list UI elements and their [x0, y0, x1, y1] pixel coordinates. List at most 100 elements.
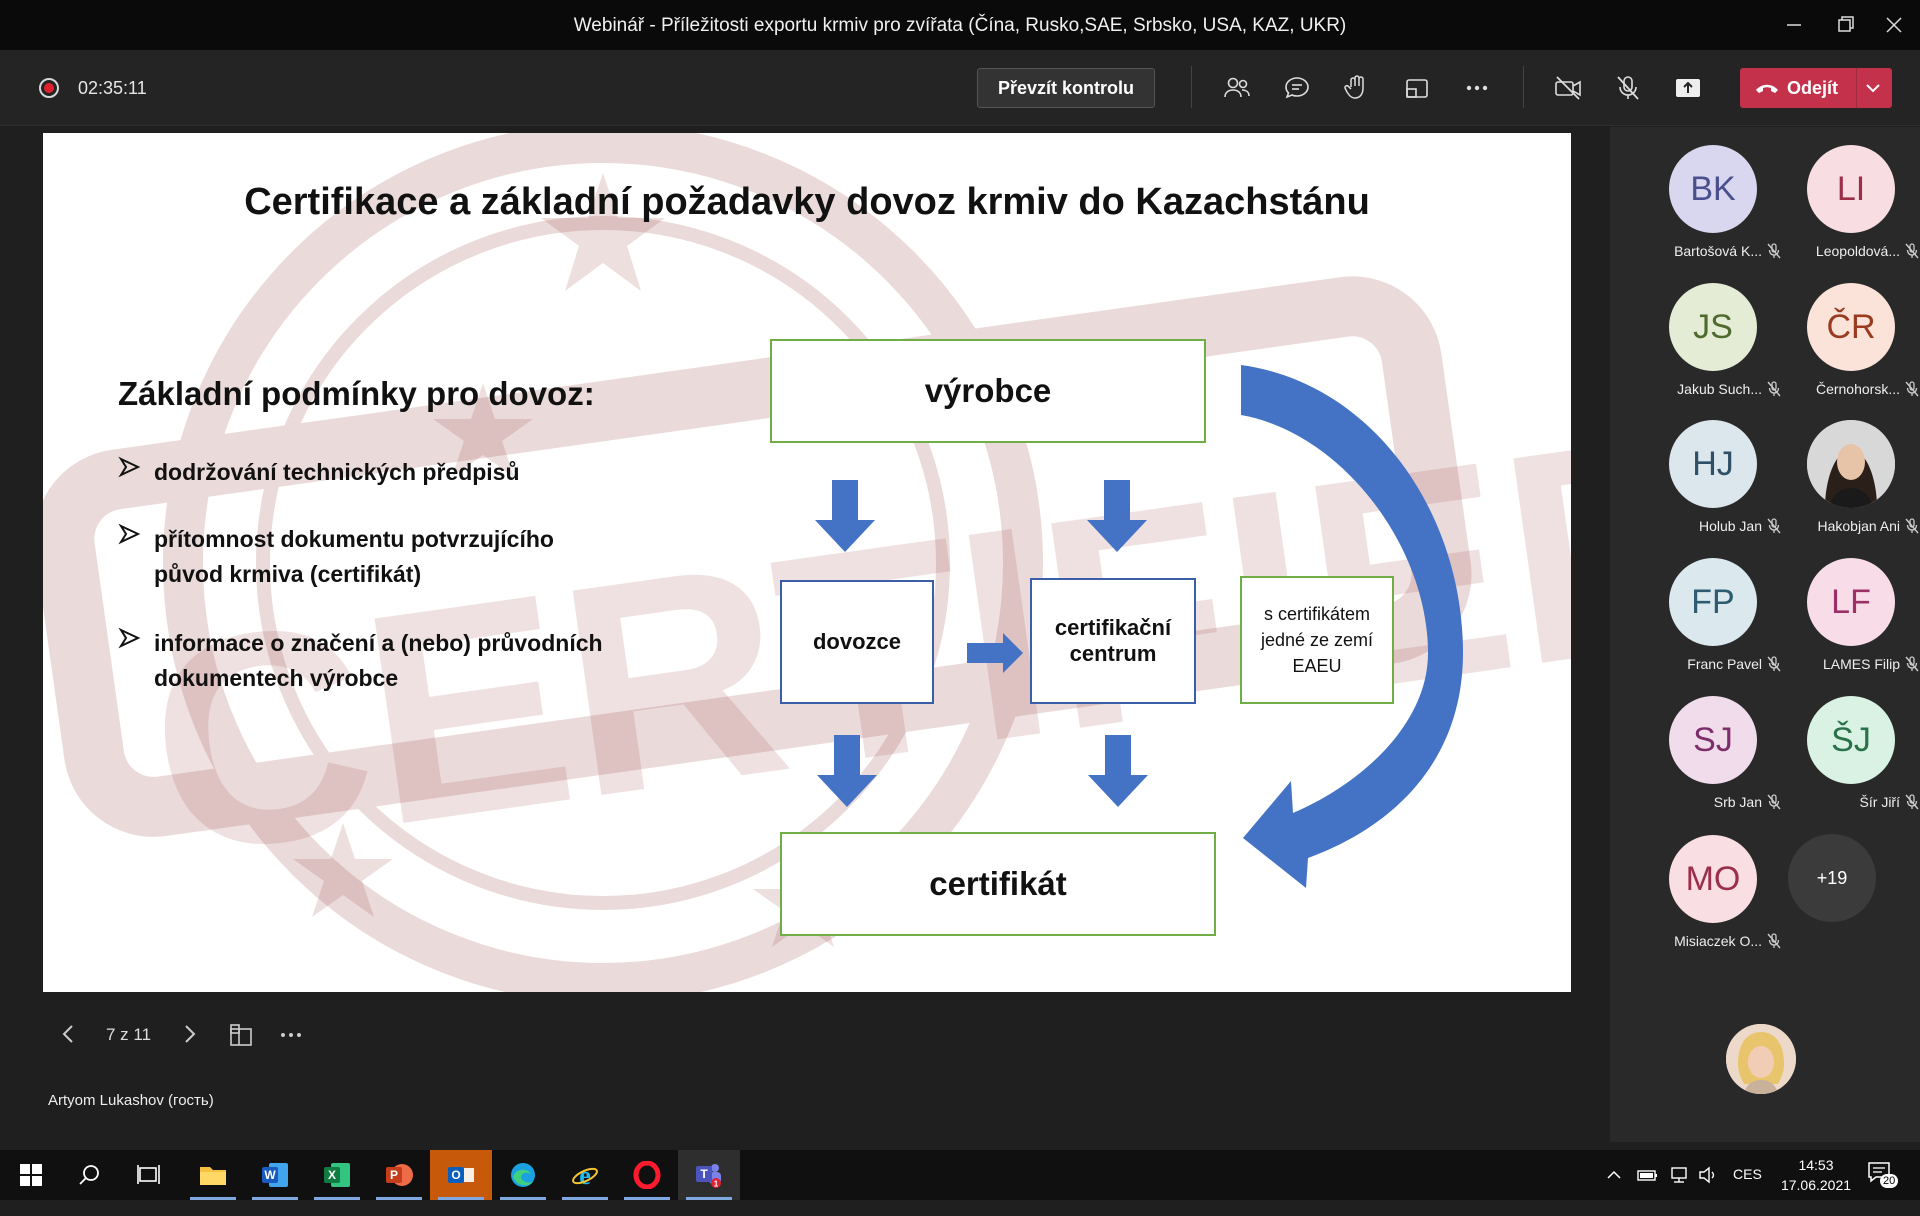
- battery-icon[interactable]: [1637, 1166, 1659, 1184]
- participant-tile[interactable]: ŠJ Šír Jiří: [1774, 696, 1919, 826]
- system-clock[interactable]: 14:53 17.06.2021: [1776, 1155, 1856, 1195]
- page-indicator: 7 z 11: [106, 1025, 152, 1044]
- participant-avatar: LF: [1807, 558, 1895, 646]
- participant-avatar: [1807, 420, 1895, 508]
- hang-up-icon: [1756, 84, 1778, 93]
- camera-off-icon[interactable]: [1553, 73, 1583, 103]
- clock-time: 14:53: [1798, 1157, 1834, 1173]
- minimize-icon[interactable]: [1779, 10, 1809, 40]
- participant-avatar: FP: [1669, 558, 1757, 646]
- more-icon[interactable]: [1462, 73, 1492, 103]
- restore-icon[interactable]: [1831, 10, 1861, 40]
- participant-name: Jakub Such...: [1677, 381, 1762, 397]
- participant-tile[interactable]: BK Bartošová K...: [1636, 145, 1781, 275]
- participant-name: Franc Pavel: [1687, 656, 1762, 672]
- opera-button[interactable]: [616, 1150, 678, 1200]
- share-icon[interactable]: [1673, 73, 1703, 103]
- participant-name: Černohorsk...: [1815, 381, 1900, 397]
- slide-grid-icon[interactable]: [228, 1022, 254, 1048]
- mic-off-icon[interactable]: [1613, 73, 1643, 103]
- participant-name: Misiaczek O...: [1674, 933, 1762, 949]
- raise-hand-icon[interactable]: [1342, 73, 1372, 103]
- participant-tile[interactable]: ČR Černohorsk...: [1774, 283, 1919, 413]
- internet-explorer-button[interactable]: e: [554, 1150, 616, 1200]
- svg-text:1: 1: [714, 1180, 719, 1189]
- participant-tile[interactable]: SJ Srb Jan: [1636, 696, 1781, 826]
- start-button[interactable]: [0, 1150, 62, 1200]
- notification-count: 20: [1880, 1174, 1899, 1188]
- close-icon[interactable]: [1879, 10, 1909, 40]
- participant-avatar: HJ: [1669, 420, 1757, 508]
- chevron-down-icon[interactable]: [1864, 80, 1882, 96]
- people-icon[interactable]: [1222, 73, 1252, 103]
- toolbar-divider: [1523, 66, 1524, 108]
- word-icon: W: [262, 1163, 288, 1187]
- participant-name: Bartošová K...: [1674, 243, 1762, 259]
- participant-name: Leopoldová...: [1815, 243, 1900, 259]
- participant-name: Hakobjan Ani: [1817, 518, 1900, 534]
- participant-avatar: ŠJ: [1807, 696, 1895, 784]
- chevron-up-icon[interactable]: [1606, 1167, 1622, 1183]
- participant-tile[interactable]: LF LAMES Filip: [1774, 558, 1919, 688]
- chat-icon[interactable]: [1282, 73, 1312, 103]
- file-explorer-icon: [200, 1167, 226, 1185]
- powerpoint-button[interactable]: P: [368, 1150, 430, 1200]
- svg-text:X: X: [328, 1168, 336, 1182]
- participant-tile[interactable]: HJ Holub Jan: [1636, 420, 1781, 550]
- presentation-stage: CERTIFIED Certifikace a základní požadav…: [0, 127, 1610, 1142]
- participant-tile[interactable]: MO Misiaczek O...: [1636, 835, 1781, 965]
- chevron-left-icon[interactable]: [58, 1022, 78, 1046]
- leave-label: Odejít: [1787, 78, 1839, 98]
- mic-off-icon: [1766, 932, 1782, 950]
- cert-center-box: certifikační centrum: [1030, 578, 1196, 704]
- excel-icon: X: [324, 1163, 350, 1187]
- self-video-avatar[interactable]: [1726, 1024, 1796, 1094]
- leave-button[interactable]: Odejít: [1740, 68, 1892, 108]
- mic-off-icon: [1904, 380, 1920, 398]
- participant-tile[interactable]: JS Jakub Such...: [1636, 283, 1781, 413]
- network-icon[interactable]: [1668, 1165, 1690, 1185]
- start-icon: [20, 1164, 42, 1186]
- notification-center-button[interactable]: 20: [1866, 1160, 1906, 1192]
- producer-box: výrobce: [770, 339, 1206, 443]
- window-titlebar: Webinář - Příležitosti exportu krmiv pro…: [0, 0, 1920, 50]
- eaeu-note-box: s certifikátem jedné ze zemí EAEU: [1240, 576, 1394, 704]
- participant-avatar: MO: [1669, 835, 1757, 923]
- task-view-button[interactable]: [118, 1150, 180, 1200]
- svg-text:T: T: [700, 1167, 708, 1181]
- self-photo: [1726, 1024, 1796, 1094]
- internet-explorer-icon: e: [572, 1161, 598, 1189]
- word-button[interactable]: W: [244, 1150, 306, 1200]
- svg-text:W: W: [264, 1168, 276, 1182]
- svg-text:O: O: [451, 1168, 460, 1182]
- participant-name: Srb Jan: [1713, 794, 1762, 810]
- mic-off-icon: [1904, 517, 1920, 535]
- edge-icon: [511, 1163, 535, 1187]
- search-button[interactable]: [58, 1150, 120, 1200]
- importer-box: dovozce: [780, 580, 934, 704]
- participant-tile[interactable]: Hakobjan Ani: [1774, 420, 1919, 550]
- excel-button[interactable]: X: [306, 1150, 368, 1200]
- share-tray-icon[interactable]: [1402, 73, 1432, 103]
- opera-icon: [633, 1161, 661, 1189]
- chevron-right-icon[interactable]: [180, 1022, 200, 1046]
- input-language[interactable]: CES: [1733, 1166, 1762, 1216]
- participant-avatar: JS: [1669, 283, 1757, 371]
- svg-text:e: e: [579, 1161, 591, 1189]
- file-explorer-button[interactable]: [182, 1150, 244, 1200]
- windows-taskbar: W X P O e T1 CES 14:53 17.06.2021 20: [0, 1150, 1920, 1200]
- more-icon[interactable]: [278, 1022, 304, 1048]
- teams-button[interactable]: T1: [678, 1150, 740, 1200]
- volume-icon[interactable]: [1697, 1165, 1719, 1185]
- outlook-button[interactable]: O: [430, 1150, 492, 1200]
- participant-tile[interactable]: FP Franc Pavel: [1636, 558, 1781, 688]
- arrow-down: [1087, 480, 1147, 552]
- mic-off-icon: [1904, 242, 1920, 260]
- more-participants-button[interactable]: +19: [1788, 834, 1876, 922]
- edge-button[interactable]: [492, 1150, 554, 1200]
- take-control-button[interactable]: Převzít kontrolu: [977, 68, 1155, 108]
- svg-text:P: P: [390, 1168, 398, 1182]
- participant-tile[interactable]: LI Leopoldová...: [1774, 145, 1919, 275]
- arrow-right: [967, 633, 1023, 673]
- recording-icon: [39, 78, 59, 98]
